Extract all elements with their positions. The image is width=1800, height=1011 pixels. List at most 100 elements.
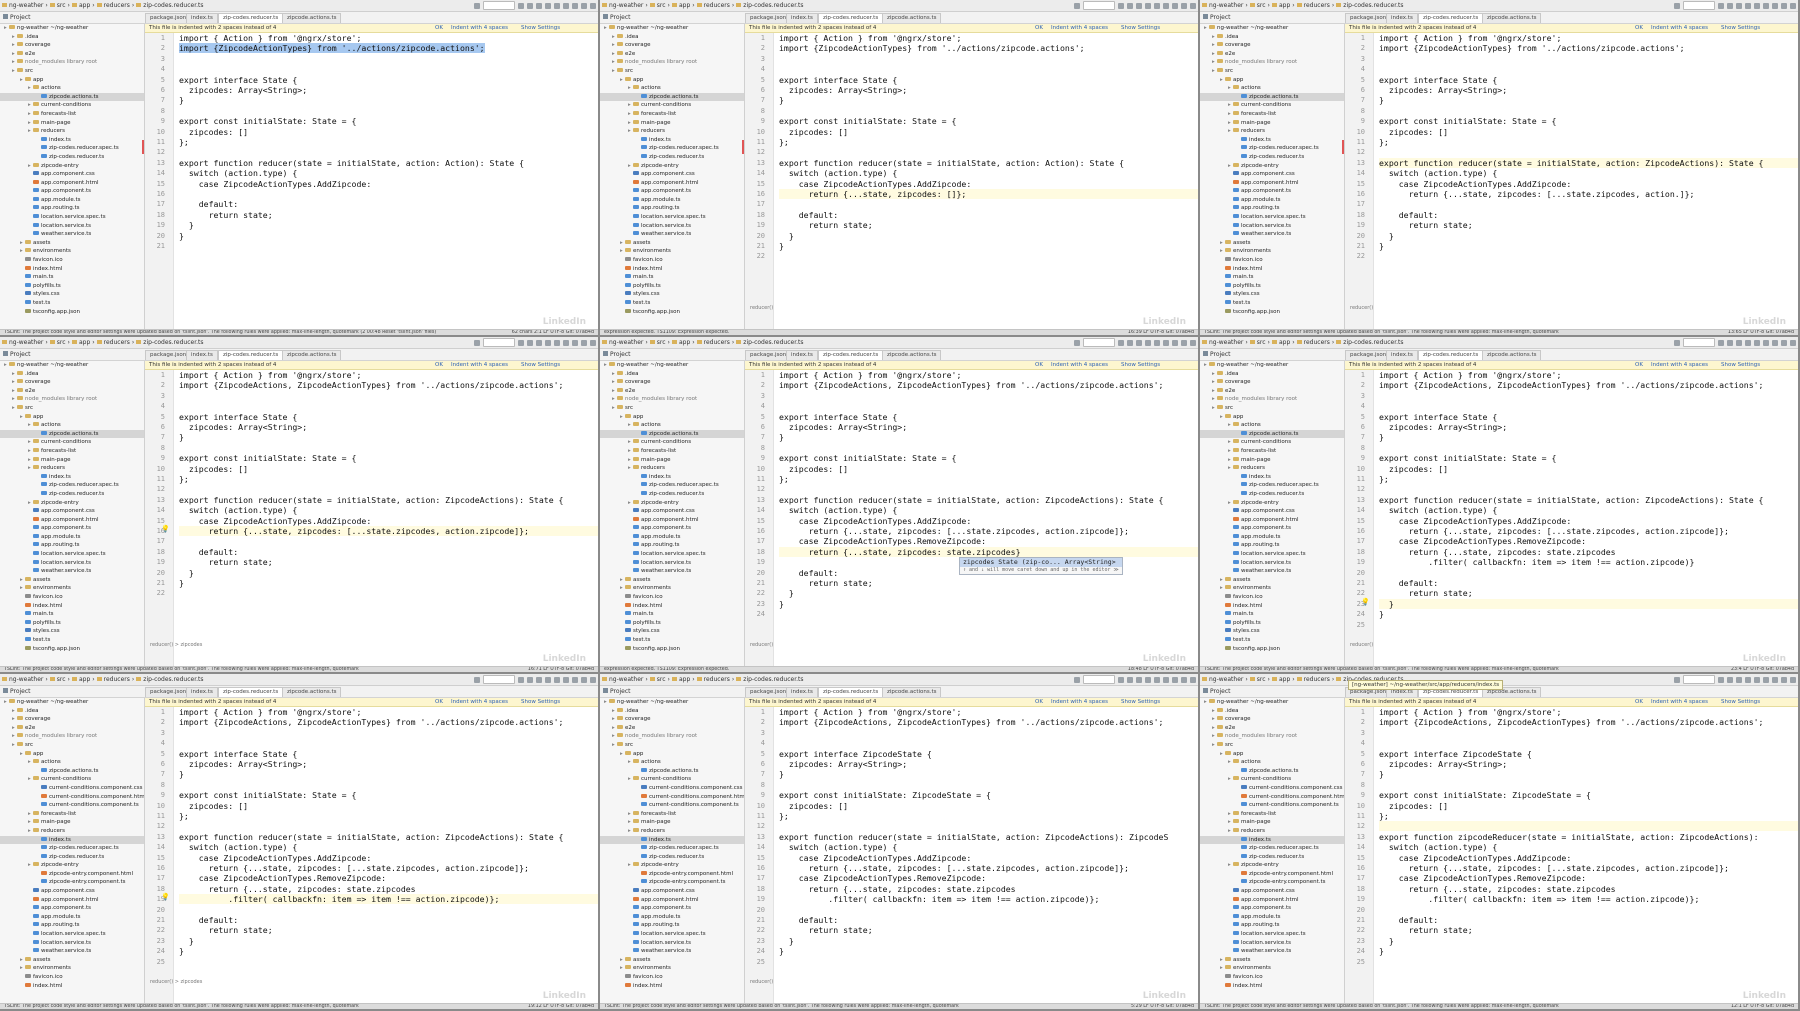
tree-item[interactable]: ▸ .idea <box>0 370 144 379</box>
tree-item[interactable]: test.ts <box>600 636 744 645</box>
tree-item[interactable]: ▸ .idea <box>600 370 744 379</box>
tree-item[interactable]: ▸ node_modules library root <box>0 395 144 404</box>
tree-item[interactable]: favicon.ico <box>600 256 744 265</box>
tree-item[interactable]: tsconfig.app.json <box>600 645 744 654</box>
tree-item[interactable]: ▸ environments <box>600 247 744 256</box>
tree-item[interactable]: index.html <box>1200 265 1344 274</box>
tree-item[interactable]: zipcode.actions.ts <box>600 767 744 776</box>
tree-item[interactable]: weather.service.ts <box>0 567 144 576</box>
stop-icon[interactable] <box>1145 2 1151 9</box>
editor-breadcrumb[interactable]: reducer() <box>750 642 773 648</box>
coverage-icon[interactable] <box>536 339 542 346</box>
tree-item[interactable]: zip-codes.reducer.spec.ts <box>0 481 144 490</box>
tree-item[interactable]: location.service.ts <box>1200 559 1344 568</box>
tree-item[interactable]: ▸ node_modules library root <box>600 732 744 741</box>
tree-item[interactable]: ▸ app <box>600 750 744 759</box>
tree-item[interactable]: ▸ coverage <box>600 378 744 387</box>
tree-item[interactable]: app.module.ts <box>0 196 144 205</box>
banner-show-settings-link[interactable]: Show Settings <box>1721 24 1760 32</box>
tree-item[interactable]: index.ts <box>0 136 144 145</box>
tree-item[interactable]: zip-codes.reducer.ts <box>600 490 744 499</box>
tree-item[interactable]: zip-codes.reducer.ts <box>600 153 744 162</box>
breadcrumb-item[interactable]: reducers <box>695 674 732 685</box>
tree-item[interactable]: zipcode.actions.ts <box>600 92 744 102</box>
tree-item[interactable]: polyfills.ts <box>600 619 744 628</box>
tree-item[interactable]: app.routing.ts <box>0 921 144 930</box>
editor-breadcrumb[interactable]: reducer() <box>750 305 773 311</box>
tree-item[interactable]: zip-codes.reducer.spec.ts <box>0 844 144 853</box>
tree-item[interactable]: tsconfig.app.json <box>1200 308 1344 317</box>
tree-item[interactable]: zipcode-entry.component.html <box>600 870 744 879</box>
tree-item[interactable]: zip-codes.reducer.spec.ts <box>600 844 744 853</box>
vcs-commit-icon[interactable] <box>1163 2 1169 9</box>
tree-item[interactable]: ▸ environments <box>0 964 144 973</box>
breadcrumb-item[interactable]: app <box>670 0 692 11</box>
run-config-selector[interactable] <box>1083 338 1115 347</box>
tree-item[interactable]: main.ts <box>0 273 144 282</box>
tree-item[interactable]: location.service.ts <box>0 939 144 948</box>
tree-item[interactable]: location.service.spec.ts <box>1200 213 1344 222</box>
breadcrumb-item[interactable]: reducers <box>695 0 732 11</box>
tree-item[interactable]: ▸ node_modules library root <box>0 58 144 67</box>
tree-item[interactable]: ▸ main-page <box>1200 818 1344 827</box>
project-tool-header[interactable]: Project <box>3 686 141 697</box>
coverage-icon[interactable] <box>1736 2 1742 9</box>
tree-item[interactable]: app.component.html <box>600 179 744 188</box>
revert-icon[interactable] <box>1181 676 1187 683</box>
vcs-update-icon[interactable] <box>1154 2 1160 9</box>
tree-item[interactable]: ▸ app <box>600 413 744 422</box>
hammer-icon[interactable] <box>1074 2 1080 9</box>
breadcrumb-item[interactable]: ng-weather <box>0 0 45 11</box>
tree-item[interactable]: ▸ coverage <box>0 378 144 387</box>
banner-ok-link[interactable]: OK <box>1635 361 1643 369</box>
tree-item[interactable]: app.module.ts <box>1200 913 1344 922</box>
tree-item[interactable]: index.html <box>0 982 144 991</box>
tree-item[interactable]: app.component.css <box>600 170 744 179</box>
tree-item[interactable]: ▸ zipcode-entry <box>1200 861 1344 870</box>
breadcrumb-item[interactable]: src <box>1248 0 1268 11</box>
tree-item[interactable]: location.service.spec.ts <box>0 550 144 559</box>
tree-item[interactable]: location.service.ts <box>600 222 744 231</box>
stop-icon[interactable] <box>545 676 551 683</box>
banner-ok-link[interactable]: OK <box>1035 24 1043 32</box>
coverage-icon[interactable] <box>536 2 542 9</box>
code-editor[interactable]: This file is indented with 2 spaces inst… <box>1345 698 1798 1003</box>
editor-tab[interactable]: package.json <box>145 13 192 23</box>
editor-tab[interactable]: zipcode.actions.ts <box>882 687 942 697</box>
stop-icon[interactable] <box>1745 2 1751 9</box>
tree-item[interactable]: app.module.ts <box>1200 533 1344 542</box>
tree-item[interactable]: zip-codes.reducer.spec.ts <box>0 144 144 153</box>
tree-item[interactable]: current-conditions.component.html <box>1200 793 1344 802</box>
tree-item[interactable]: ▸ reducers <box>0 827 144 836</box>
tree-item[interactable]: favicon.ico <box>600 973 744 982</box>
tree-item[interactable]: ▸ assets <box>600 239 744 248</box>
banner-indent-link[interactable]: Indent with 4 spaces <box>451 24 508 32</box>
tree-item[interactable]: app.component.html <box>0 896 144 905</box>
tree-item[interactable]: app.component.ts <box>1200 524 1344 533</box>
tree-item[interactable]: ▸ src <box>0 67 144 76</box>
breadcrumb-item[interactable]: app <box>1270 674 1292 685</box>
tree-item[interactable]: current-conditions.component.ts <box>600 801 744 810</box>
code-editor[interactable]: This file is indented with 2 spaces inst… <box>145 24 598 329</box>
vcs-commit-icon[interactable] <box>1163 676 1169 683</box>
tree-item[interactable]: weather.service.ts <box>0 947 144 956</box>
banner-indent-link[interactable]: Indent with 4 spaces <box>1051 698 1108 706</box>
tree-item[interactable]: zip-codes.reducer.ts <box>0 153 144 162</box>
tree-item[interactable]: zip-codes.reducer.ts <box>1200 490 1344 499</box>
tree-item[interactable]: ▸ zipcode-entry <box>1200 162 1344 171</box>
breadcrumb-item[interactable]: app <box>670 674 692 685</box>
tree-item[interactable]: app.component.ts <box>600 524 744 533</box>
code-editor[interactable]: This file is indented with 2 spaces inst… <box>745 24 1198 329</box>
tree-item[interactable]: favicon.ico <box>1200 593 1344 602</box>
tree-item[interactable]: ▸ main-page <box>0 456 144 465</box>
tree-item[interactable]: location.service.spec.ts <box>1200 550 1344 559</box>
tree-item[interactable]: tsconfig.app.json <box>0 645 144 654</box>
coverage-icon[interactable] <box>1736 339 1742 346</box>
breadcrumb-item[interactable]: reducers <box>695 337 732 348</box>
tree-item[interactable]: ▸ ng-weather ~/ng-weather <box>600 24 744 33</box>
debug-icon[interactable] <box>527 339 533 346</box>
run-config-selector[interactable] <box>1683 1 1715 10</box>
run-config-selector[interactable] <box>483 675 515 684</box>
code-area[interactable]: import { Action } from '@ngrx/store'; imp… <box>179 707 598 1003</box>
run-config-selector[interactable] <box>1683 675 1715 684</box>
